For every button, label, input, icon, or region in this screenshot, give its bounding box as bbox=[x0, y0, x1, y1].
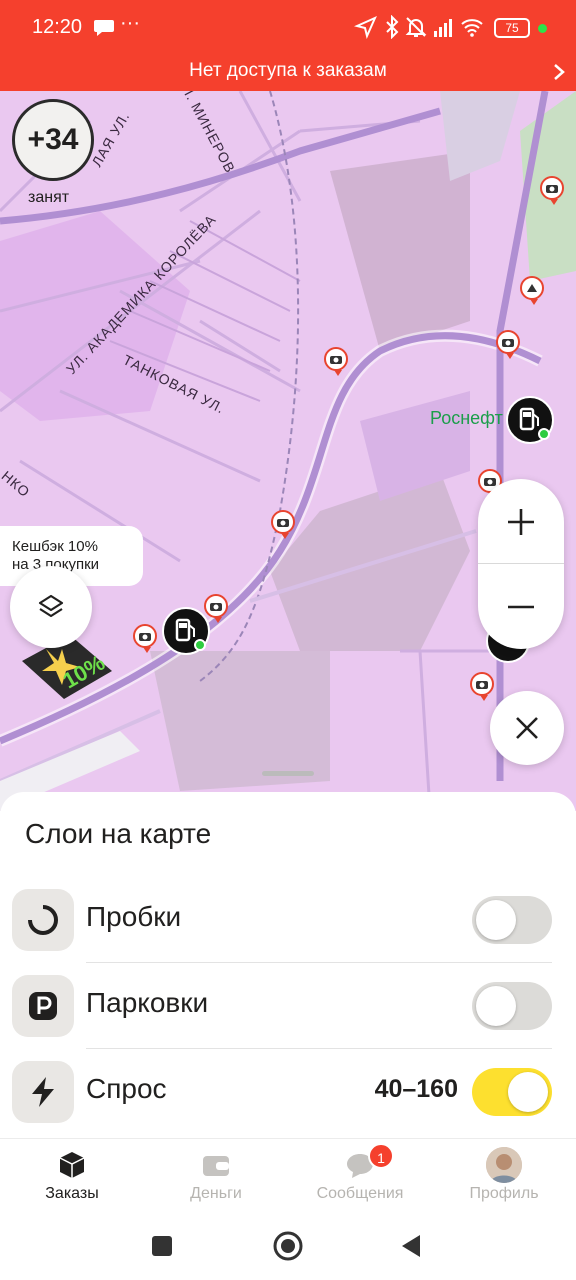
close-layers-button[interactable] bbox=[490, 691, 564, 765]
tab-messages[interactable]: Сообщения bbox=[288, 1139, 432, 1217]
zoom-out-button[interactable] bbox=[478, 564, 564, 649]
map-layers-sheet: Слои на карте Пробки Парковки Спрос 40–1… bbox=[0, 792, 576, 1138]
layer-row-demand[interactable]: Спрос 40–160 bbox=[0, 1049, 576, 1135]
sheet-drag-handle[interactable] bbox=[262, 771, 314, 776]
cashback-line1: Кешбэк 10% bbox=[12, 538, 98, 555]
no-orders-banner[interactable]: Нет доступа к заказам bbox=[0, 58, 576, 91]
recents-icon[interactable] bbox=[150, 1234, 174, 1258]
status-time: 12:20 bbox=[32, 16, 83, 38]
road-incident-icon[interactable] bbox=[520, 276, 544, 305]
zoom-controls bbox=[478, 479, 564, 649]
tab-orders[interactable]: Заказы bbox=[0, 1139, 144, 1217]
system-nav-bar bbox=[0, 1216, 576, 1280]
layer-name: Пробки bbox=[86, 901, 182, 932]
wallet-icon bbox=[203, 1156, 229, 1176]
camera-icon[interactable] bbox=[470, 672, 494, 701]
parking-toggle[interactable] bbox=[472, 982, 552, 1030]
location-icon bbox=[354, 16, 377, 39]
mute-icon bbox=[405, 17, 427, 37]
layer-row-parking[interactable]: Парковки bbox=[0, 963, 576, 1049]
status-bar: 12:20 ··· 75 bbox=[0, 0, 576, 58]
demand-toggle[interactable] bbox=[472, 1068, 552, 1116]
minus-icon bbox=[508, 605, 534, 608]
lightning-icon bbox=[12, 1061, 74, 1123]
camera-icon[interactable] bbox=[271, 510, 295, 539]
camera-icon[interactable] bbox=[540, 176, 564, 205]
layer-row-traffic[interactable]: Пробки bbox=[0, 877, 576, 963]
chevron-right-icon bbox=[554, 64, 565, 80]
poi-label-rosneft[interactable]: Роснефт bbox=[430, 408, 503, 429]
home-icon[interactable] bbox=[272, 1230, 304, 1262]
camera-icon[interactable] bbox=[324, 347, 348, 376]
driver-status-label: занят bbox=[28, 189, 70, 206]
parking-icon bbox=[12, 975, 74, 1037]
layer-name: Парковки bbox=[86, 987, 209, 1018]
layers-button[interactable] bbox=[10, 566, 92, 648]
layers-icon bbox=[38, 594, 64, 618]
sheet-title: Слои на карте bbox=[25, 818, 212, 849]
plus-icon bbox=[508, 508, 534, 535]
traffic-icon bbox=[12, 889, 74, 951]
battery-dot-icon bbox=[538, 24, 547, 33]
bottom-tab-bar: Заказы Деньги Сообщения 1 Профиль bbox=[0, 1138, 576, 1216]
tab-money[interactable]: Деньги bbox=[144, 1139, 288, 1217]
map-view[interactable]: ЛАЯ УЛ. Л. МИНЕРОВ УЛ. АКАДЕМИКА КОРОЛЁВ… bbox=[0, 91, 576, 811]
signal-icon bbox=[434, 19, 452, 37]
tab-label: Деньги bbox=[190, 1185, 242, 1202]
banner-text: Нет доступа к заказам bbox=[189, 60, 387, 81]
orders-icon bbox=[59, 1152, 85, 1178]
layer-name: Спрос bbox=[86, 1073, 167, 1104]
camera-icon[interactable] bbox=[496, 330, 520, 359]
battery-indicator: 75 bbox=[494, 18, 530, 38]
bluetooth-icon bbox=[386, 15, 399, 39]
avatar[interactable] bbox=[486, 1147, 522, 1183]
tab-label: Сообщения bbox=[316, 1185, 404, 1202]
traffic-toggle[interactable] bbox=[472, 896, 552, 944]
close-icon bbox=[516, 717, 538, 739]
fuel-station-icon[interactable] bbox=[162, 607, 210, 655]
zoom-in-button[interactable] bbox=[478, 479, 564, 564]
map-base bbox=[0, 91, 576, 811]
unread-badge: 1 bbox=[368, 1143, 394, 1169]
back-icon[interactable] bbox=[398, 1232, 426, 1260]
tab-label: Профиль bbox=[469, 1185, 539, 1202]
camera-icon[interactable] bbox=[133, 624, 157, 653]
demand-range: 40–160 bbox=[374, 1075, 458, 1103]
activity-score[interactable]: +34 bbox=[12, 99, 94, 181]
tab-label: Заказы bbox=[45, 1185, 99, 1202]
wifi-icon bbox=[461, 19, 483, 37]
more-notifications-icon: ··· bbox=[120, 12, 140, 34]
fuel-station-icon[interactable] bbox=[506, 396, 554, 444]
chat-notification-icon bbox=[94, 20, 114, 36]
